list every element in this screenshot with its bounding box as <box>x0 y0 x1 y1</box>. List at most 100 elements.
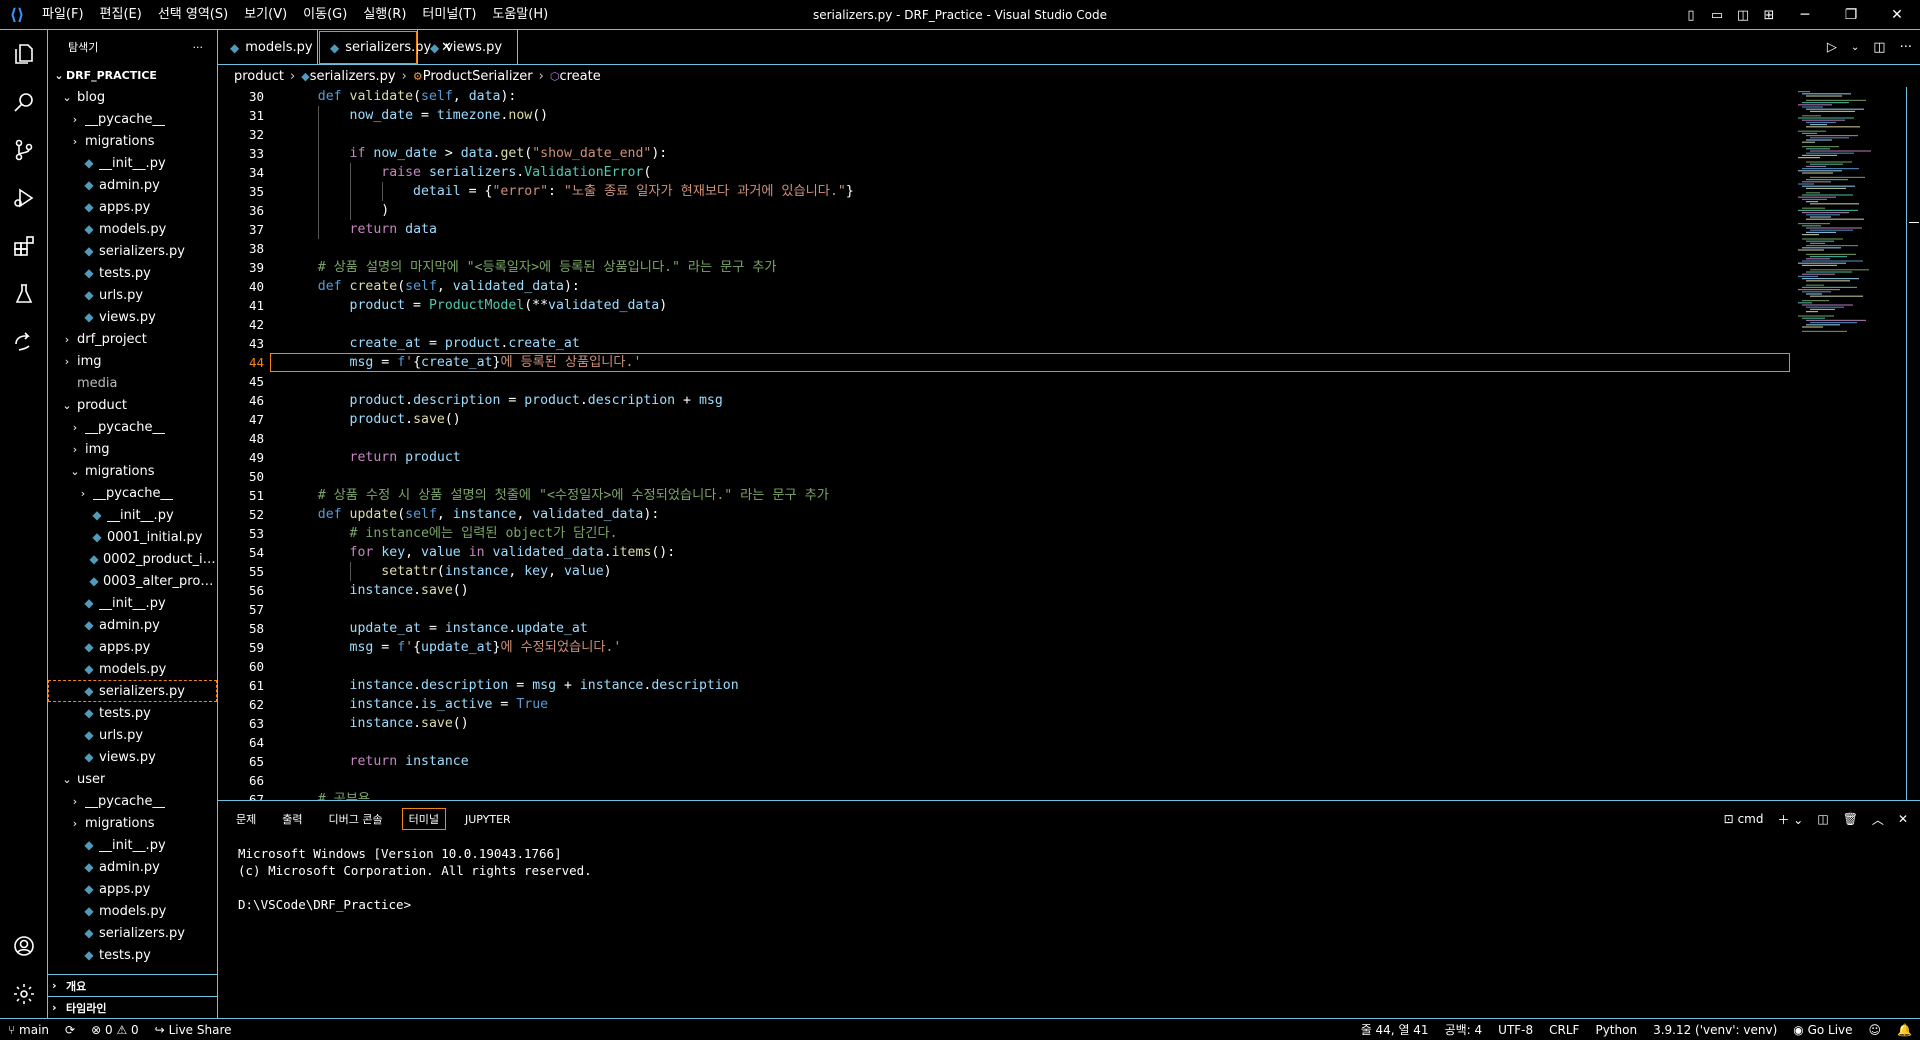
code-line[interactable] <box>286 239 1790 258</box>
search-icon[interactable] <box>0 78 48 126</box>
editor-scrollbar[interactable] <box>1906 87 1920 800</box>
go-live-button[interactable]: ◉ Go Live <box>1785 1023 1860 1037</box>
file-item[interactable]: ◆ apps.py <box>48 636 217 658</box>
file-item[interactable]: ◆ views.py <box>48 306 217 328</box>
run-debug-icon[interactable] <box>0 174 48 222</box>
extensions-icon[interactable] <box>0 222 48 270</box>
code-line[interactable]: # 상품 설명의 마지막에 "<등록일자>에 등록된 상품입니다." 라는 문구… <box>286 258 1790 277</box>
workspace-root[interactable]: ⌄ DRF_PRACTICE <box>48 64 217 86</box>
indentation[interactable]: 공백: 4 <box>1437 1021 1491 1038</box>
folder-item[interactable]: ⌄ product <box>48 394 217 416</box>
code-line[interactable]: update_at = instance.update_at <box>286 619 1790 638</box>
file-item[interactable]: ◆ 0001_initial.py <box>48 526 217 548</box>
code-line[interactable]: def update(self, instance, validated_dat… <box>286 505 1790 524</box>
breadcrumb-item[interactable]: product <box>234 69 284 84</box>
breadcrumb-item[interactable]: serializers.py <box>310 69 396 84</box>
file-item[interactable]: ◆ __init__.py <box>48 592 217 614</box>
toggle-sidebar-icon[interactable]: ▯ <box>1678 8 1704 23</box>
menu-item[interactable]: 터미널(T) <box>414 0 484 30</box>
code-line[interactable]: # 상품 수정 시 상품 설명의 첫줄에 "<수정일자>에 수정되었습니다." … <box>286 486 1790 505</box>
menu-item[interactable]: 편집(E) <box>92 0 150 30</box>
more-actions-icon[interactable]: ··· <box>193 41 204 54</box>
code-line[interactable] <box>286 467 1790 486</box>
testing-icon[interactable] <box>0 270 48 318</box>
code-line[interactable]: instance.is_active = True <box>286 695 1790 714</box>
live-share-icon[interactable] <box>0 318 48 366</box>
file-item[interactable]: ◆ apps.py <box>48 878 217 900</box>
notifications-icon[interactable]: 🔔 <box>1889 1023 1920 1037</box>
code-line[interactable] <box>286 657 1790 676</box>
panel-tab[interactable]: 디버그 콘솔 <box>323 809 389 829</box>
file-item[interactable]: ◆ serializers.py <box>48 680 217 702</box>
panel-tab[interactable]: 출력 <box>276 809 308 829</box>
code-line[interactable]: instance.description = msg + instance.de… <box>286 676 1790 695</box>
feedback-icon[interactable]: ☺ <box>1861 1023 1890 1037</box>
file-item[interactable]: ◆ tests.py <box>48 944 217 966</box>
code-line[interactable] <box>286 372 1790 391</box>
customize-layout-icon[interactable]: ⊞ <box>1756 8 1782 23</box>
code-line[interactable]: product.description = product.descriptio… <box>286 391 1790 410</box>
menu-item[interactable]: 실행(R) <box>355 0 414 30</box>
code-line[interactable]: if now_date > data.get("show_date_end"): <box>286 144 1790 163</box>
file-item[interactable]: media <box>48 372 217 394</box>
code-line[interactable]: instance.save() <box>286 581 1790 600</box>
file-item[interactable]: ◆ __init__.py <box>48 504 217 526</box>
code-line[interactable] <box>286 125 1790 144</box>
file-item[interactable]: ◆ views.py <box>48 746 217 768</box>
code-line[interactable]: ) <box>286 201 1790 220</box>
sync-icon[interactable]: ⟳ <box>57 1023 83 1037</box>
split-terminal-icon[interactable]: ◫ <box>1817 812 1828 826</box>
code-line[interactable]: product.save() <box>286 410 1790 429</box>
file-item[interactable]: ◆ models.py <box>48 900 217 922</box>
file-item[interactable]: ◆ models.py <box>48 658 217 680</box>
file-item[interactable]: ◆ urls.py <box>48 284 217 306</box>
code-line[interactable]: def create(self, validated_data): <box>286 277 1790 296</box>
code-line[interactable] <box>286 600 1790 619</box>
branch-indicator[interactable]: ⑂ main <box>0 1023 57 1037</box>
timeline-section[interactable]: › 타임라인 <box>48 996 217 1018</box>
menu-item[interactable]: 보기(V) <box>236 0 295 30</box>
folder-item[interactable]: ⌄ blog <box>48 86 217 108</box>
code-line[interactable]: product = ProductModel(**validated_data) <box>286 296 1790 315</box>
close-panel-icon[interactable]: ✕ <box>1898 812 1908 826</box>
problems-indicator[interactable]: ⊗ 0 ⚠ 0 <box>83 1023 147 1037</box>
code-line[interactable]: create_at = product.create_at <box>286 334 1790 353</box>
run-python-file-icon[interactable]: ▷ <box>1827 40 1837 55</box>
new-terminal-icon[interactable]: ＋ ⌄ <box>1777 811 1803 828</box>
menu-item[interactable]: 도움말(H) <box>484 0 556 30</box>
editor-tab[interactable]: ◆ models.py <box>218 30 318 65</box>
code-line[interactable]: instance.save() <box>286 714 1790 733</box>
file-item[interactable]: ◆ tests.py <box>48 262 217 284</box>
code-line[interactable]: raise serializers.ValidationError( <box>286 163 1790 182</box>
file-item[interactable]: ◆ admin.py <box>48 614 217 636</box>
split-editor-icon[interactable]: ◫ <box>1873 40 1885 55</box>
code-line[interactable]: detail = {"error": "노출 종료 일자가 현재보다 과거에 있… <box>286 182 1790 201</box>
file-item[interactable]: ◆0002_product_is_a... <box>48 548 217 570</box>
kill-terminal-icon[interactable]: 🗑 <box>1843 812 1858 826</box>
end-of-line[interactable]: CRLF <box>1541 1023 1587 1037</box>
outline-section[interactable]: › 개요 <box>48 974 217 996</box>
code-line[interactable]: setattr(instance, key, value) <box>286 562 1790 581</box>
terminal-output[interactable]: Microsoft Windows [Version 10.0.19043.17… <box>218 837 1920 921</box>
panel-tab[interactable]: 문제 <box>230 809 262 829</box>
terminal-shell-selector[interactable]: ⊡ cmd <box>1724 812 1764 826</box>
toggle-panel-icon[interactable]: ▭ <box>1704 8 1730 23</box>
folder-item[interactable]: › drf_project <box>48 328 217 350</box>
code-lines[interactable]: def validate(self, data): now_date = tim… <box>270 87 1790 800</box>
code-line[interactable]: msg = f'{create_at}에 등록된 상품입니다.' <box>270 353 1790 372</box>
file-item[interactable]: ◆ __init__.py <box>48 152 217 174</box>
code-line[interactable]: # 공부용 <box>286 790 1790 800</box>
code-line[interactable] <box>286 429 1790 448</box>
python-interpreter[interactable]: 3.9.12 ('venv': venv) <box>1645 1023 1785 1037</box>
folder-item[interactable]: › migrations <box>48 812 217 834</box>
language-mode[interactable]: Python <box>1587 1023 1645 1037</box>
folder-item[interactable]: › __pycache__ <box>48 482 217 504</box>
file-item[interactable]: ◆ models.py <box>48 218 217 240</box>
code-line[interactable] <box>286 771 1790 790</box>
menu-item[interactable]: 선택 영역(S) <box>150 0 236 30</box>
restore-button[interactable]: ❐ <box>1828 7 1874 23</box>
folder-item[interactable]: ⌄ migrations <box>48 460 217 482</box>
code-line[interactable]: return instance <box>286 752 1790 771</box>
code-line[interactable]: now_date = timezone.now() <box>286 106 1790 125</box>
menu-item[interactable]: 파일(F) <box>34 0 92 30</box>
